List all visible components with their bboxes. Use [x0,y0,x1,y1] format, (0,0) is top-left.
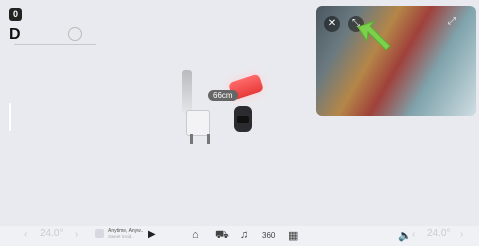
main-view: 0 D 66cm ✕ ⤡ ⤢ [0,0,479,226]
car-icon[interactable]: ⛟ [215,229,229,243]
gear-indicator: D [9,26,21,43]
360-view-icon[interactable]: 360 [262,231,275,240]
pole-obstacle [182,70,192,114]
home-icon[interactable]: ⌂ [192,229,199,241]
right-temp-increase[interactable]: › [460,229,463,240]
divider [14,44,96,45]
apps-icon[interactable]: ▦ [288,229,298,242]
close-icon[interactable]: ✕ [324,16,340,32]
left-temp: 24.0° [40,228,64,239]
song-artist: Sweet Insid.. [108,234,134,239]
bottom-bar: ‹ 24.0° › Anytime, Anyw.. Sweet Insid.. … [0,226,479,246]
right-temp-decrease[interactable]: ‹ [412,229,415,240]
status-badge: 0 [9,8,22,21]
volume-icon[interactable]: 🔈 [398,229,412,242]
distance-label: 66cm [208,90,238,101]
expand-icon[interactable]: ⤢ [448,16,456,27]
camera-view[interactable]: ✕ ⤡ ⤢ [316,6,476,116]
ego-car [234,106,252,132]
album-art[interactable] [95,229,104,238]
steering-icon [68,27,82,41]
left-temp-decrease[interactable]: ‹ [24,229,27,240]
right-temp: 24.0° [427,228,451,239]
pedestrian-legs [190,134,210,144]
side-handle[interactable] [9,103,11,131]
pedestrian-figure [186,110,210,136]
left-temp-increase[interactable]: › [75,229,78,240]
parking-scene: 66cm [170,60,290,150]
music-icon[interactable]: ♫ [240,229,248,241]
pointer-arrow-icon [357,20,391,51]
play-button[interactable]: ▶ [148,229,156,240]
